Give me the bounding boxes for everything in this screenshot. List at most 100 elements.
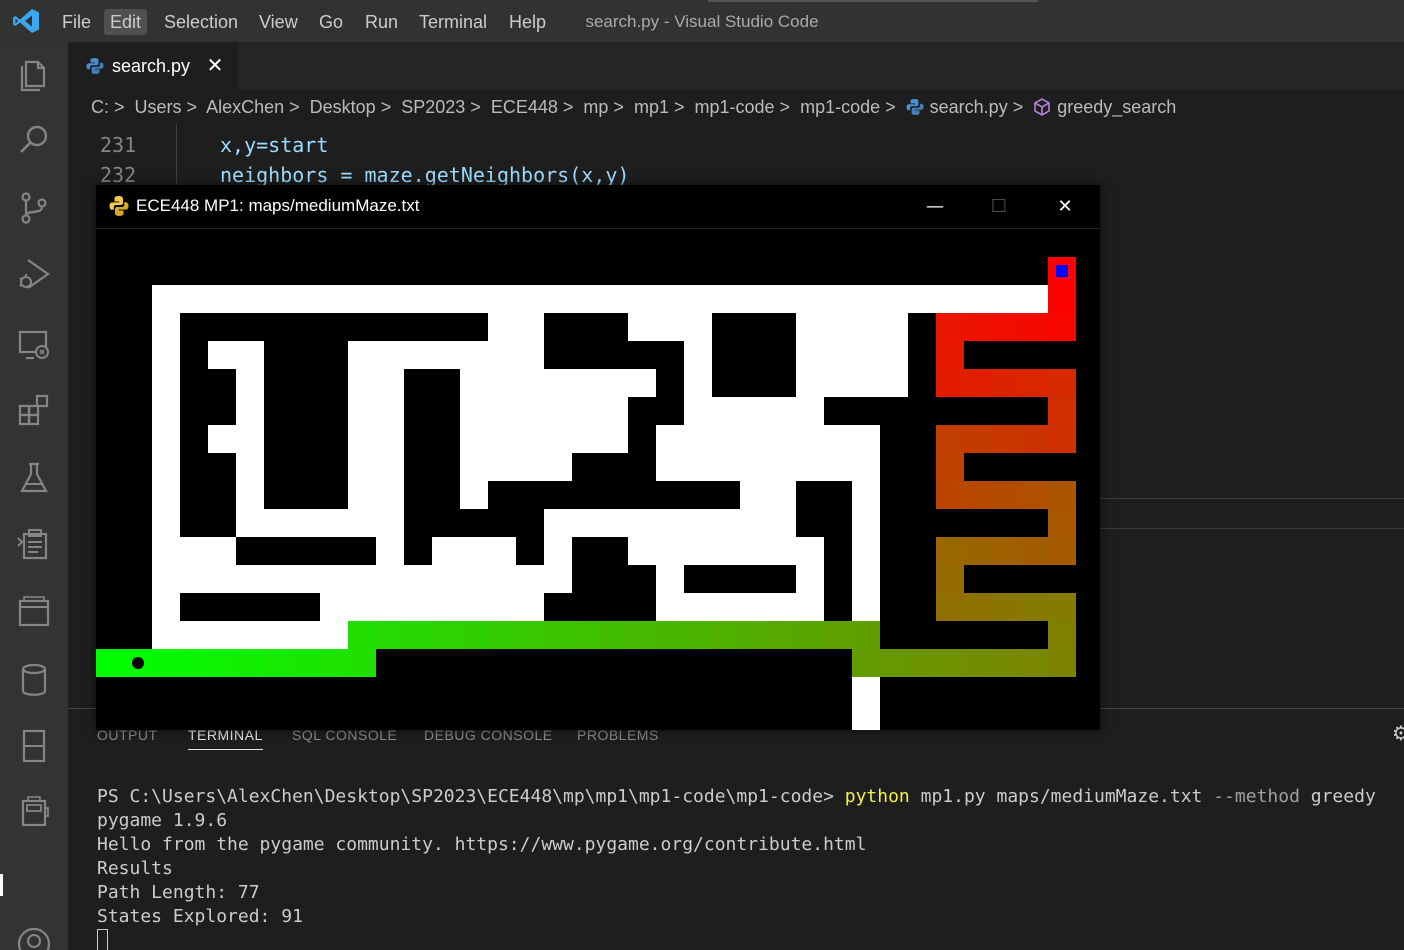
maze-path-cell bbox=[936, 341, 964, 369]
run-debug-icon[interactable] bbox=[14, 254, 54, 294]
breadcrumb-separator: > bbox=[186, 97, 198, 117]
maze-path-cell bbox=[1048, 481, 1076, 509]
maze-path-cell bbox=[768, 621, 796, 649]
terminal-output[interactable]: PS C:\Users\AlexChen\Desktop\SP2023\ECE4… bbox=[97, 785, 1397, 950]
extensions-icon[interactable] bbox=[14, 390, 54, 430]
breadcrumb-item[interactable]: ECE448 bbox=[491, 97, 558, 117]
breadcrumb-item[interactable]: mp1 bbox=[634, 97, 669, 117]
maze-wall bbox=[152, 537, 236, 565]
breadcrumb-item[interactable]: Users bbox=[135, 97, 182, 117]
terminal-line: Path Length: 77 bbox=[97, 882, 260, 903]
breadcrumb-separator: > bbox=[114, 97, 125, 117]
menu-help[interactable]: Help bbox=[503, 9, 552, 35]
breadcrumb-item[interactable]: Desktop bbox=[310, 97, 376, 117]
breadcrumb-separator: > bbox=[613, 97, 624, 117]
breadcrumb-separator: > bbox=[470, 97, 481, 117]
maze-path-cell bbox=[880, 649, 908, 677]
vscode-logo-icon[interactable] bbox=[12, 8, 40, 34]
terminal-flag: --method bbox=[1213, 786, 1300, 807]
menu-terminal[interactable]: Terminal bbox=[413, 9, 493, 35]
maze-wall bbox=[824, 285, 908, 397]
maze-wall bbox=[516, 369, 656, 397]
tab-close-icon[interactable]: ✕ bbox=[204, 54, 226, 76]
bottom-panel: OUTPUT TERMINAL SQL CONSOLE DEBUG CONSOL… bbox=[68, 708, 1404, 950]
maze-path-cell bbox=[600, 621, 628, 649]
maze-path-cell bbox=[1048, 649, 1076, 677]
maze-path-cell bbox=[852, 621, 880, 649]
maze-path-cell bbox=[1048, 313, 1076, 341]
maze-path-cell bbox=[292, 649, 320, 677]
source-control-icon[interactable] bbox=[14, 188, 54, 228]
breadcrumb-separator: > bbox=[562, 97, 574, 117]
terminal-args: mp1.py maps/mediumMaze.txt bbox=[909, 786, 1214, 807]
gear-icon[interactable]: ⚙ bbox=[1392, 721, 1404, 745]
maze-path-cell bbox=[1048, 593, 1076, 621]
menu-view[interactable]: View bbox=[253, 9, 304, 35]
terminal-command-line: PS C:\Users\AlexChen\Desktop\SP2023\ECE4… bbox=[97, 785, 1397, 809]
maze-path-cell bbox=[964, 593, 992, 621]
maximize-button[interactable]: ☐ bbox=[976, 193, 1022, 221]
search-icon[interactable] bbox=[14, 120, 54, 160]
breadcrumb-item[interactable]: search.py bbox=[930, 97, 1008, 117]
pygame-title-bar[interactable]: ECE448 MP1: maps/mediumMaze.txt — ☐ ✕ bbox=[96, 185, 1100, 229]
maze-path-cell bbox=[992, 425, 1020, 453]
breadcrumb-item[interactable]: mp1-code bbox=[695, 97, 775, 117]
menu-run[interactable]: Run bbox=[359, 9, 404, 35]
breadcrumb-item[interactable]: C: bbox=[91, 97, 109, 117]
notebook-icon[interactable] bbox=[14, 726, 54, 766]
method-cube-icon bbox=[1034, 98, 1051, 116]
explorer-icon[interactable] bbox=[14, 54, 54, 94]
tab-search-py[interactable]: search.py ✕ bbox=[68, 42, 238, 90]
maze-wall bbox=[152, 621, 376, 649]
editor-divider bbox=[1100, 528, 1404, 529]
maze-path-cell bbox=[964, 537, 992, 565]
remote-explorer-icon[interactable] bbox=[14, 324, 54, 364]
maze-path-cell bbox=[992, 649, 1020, 677]
account-icon[interactable] bbox=[14, 924, 54, 950]
window-icon[interactable] bbox=[14, 592, 54, 632]
maze-path-cell bbox=[992, 481, 1020, 509]
maze-path-cell bbox=[96, 649, 124, 677]
terminal-line: States Explored: 91 bbox=[97, 906, 303, 927]
breadcrumb-item[interactable]: AlexChen bbox=[206, 97, 284, 117]
breadcrumb-item[interactable]: SP2023 bbox=[401, 97, 465, 117]
maze-path-cell bbox=[936, 425, 964, 453]
breadcrumb-item[interactable]: greedy_search bbox=[1057, 97, 1176, 117]
terminal-command: python bbox=[844, 786, 910, 807]
menu-selection[interactable]: Selection bbox=[158, 9, 244, 35]
terminal-cursor bbox=[97, 929, 108, 950]
clipboard-icon[interactable] bbox=[14, 524, 54, 564]
maze-path-cell bbox=[936, 369, 964, 397]
terminal-line: Hello from the pygame community. https:/… bbox=[97, 834, 867, 855]
menu-edit[interactable]: Edit bbox=[104, 9, 148, 35]
breadcrumb-item[interactable]: mp bbox=[583, 97, 608, 117]
maze-wall bbox=[712, 397, 824, 425]
maze-path-cell bbox=[936, 313, 964, 341]
menu-go[interactable]: Go bbox=[313, 9, 349, 35]
terminal-cursor-line bbox=[97, 929, 1397, 950]
pygame-window[interactable]: ECE448 MP1: maps/mediumMaze.txt — ☐ ✕ bbox=[96, 185, 1100, 730]
maze-path-cell bbox=[1048, 621, 1076, 649]
maze-wall bbox=[656, 425, 740, 453]
minimize-button[interactable]: — bbox=[912, 193, 958, 221]
maze-path-cell bbox=[824, 621, 852, 649]
maze-path-cell bbox=[992, 593, 1020, 621]
python-file-icon bbox=[86, 58, 104, 74]
title-accent-line bbox=[708, 0, 1038, 2]
maze-canvas bbox=[96, 257, 1076, 730]
maze-wall bbox=[348, 341, 376, 537]
maze-wall bbox=[628, 313, 684, 341]
maze-path-cell bbox=[1020, 313, 1048, 341]
terminal-prompt: PS C:\Users\AlexChen\Desktop\SP2023\ECE4… bbox=[97, 786, 845, 807]
maze-wall bbox=[852, 425, 880, 730]
pygame-snake-icon bbox=[109, 196, 129, 216]
maze-path-cell bbox=[236, 649, 264, 677]
menu-file[interactable]: File bbox=[56, 9, 97, 35]
tab-label: search.py bbox=[112, 56, 191, 76]
maze-path-cell bbox=[992, 313, 1020, 341]
database-icon[interactable] bbox=[14, 660, 54, 700]
breadcrumb-item[interactable]: mp1-code bbox=[800, 97, 880, 117]
panel-icon[interactable] bbox=[14, 792, 54, 832]
close-button[interactable]: ✕ bbox=[1042, 193, 1088, 221]
testing-icon[interactable] bbox=[14, 458, 54, 498]
